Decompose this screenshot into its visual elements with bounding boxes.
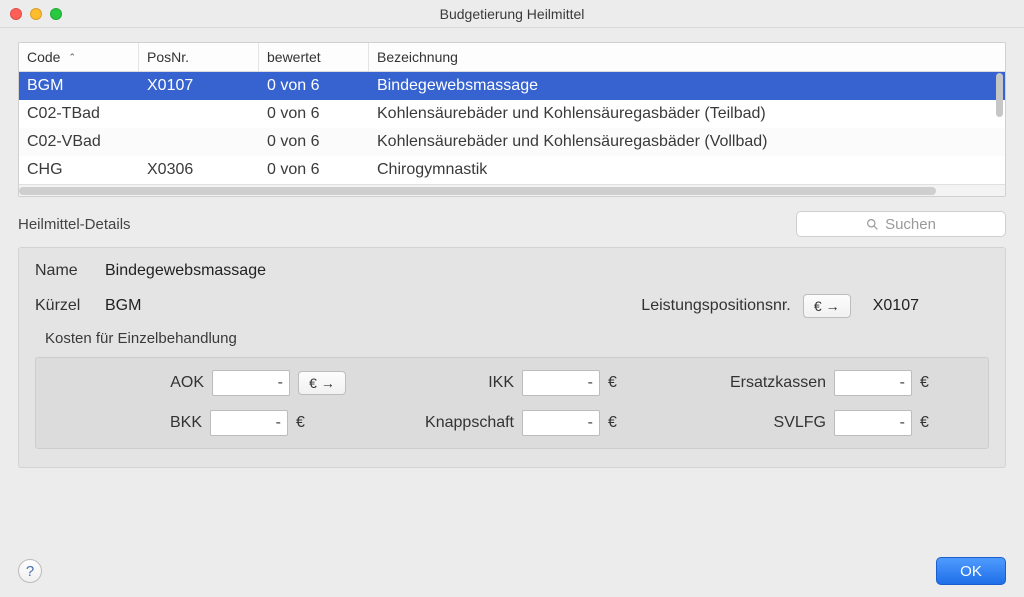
lpn-value: X0107 xyxy=(873,297,919,315)
help-button[interactable]: ? xyxy=(18,559,42,583)
search-icon xyxy=(866,218,879,231)
close-icon[interactable] xyxy=(10,8,22,20)
fullscreen-icon[interactable] xyxy=(50,8,62,20)
window-title: Budgetierung Heilmittel xyxy=(440,6,585,22)
svlfg-input[interactable] xyxy=(834,410,912,436)
cell-posnr: X0306 xyxy=(139,156,259,184)
cell-bezeichnung: Chirogymnastik xyxy=(369,156,1005,184)
cell-bewertet: 0 von 6 xyxy=(259,72,369,100)
euro-unit: € xyxy=(608,414,658,432)
kosten-box: AOK € → IKK € Ersatzkassen € BKK xyxy=(35,357,989,449)
horizontal-scrollbar[interactable] xyxy=(19,184,1005,196)
table-row[interactable]: C02-VBad 0 von 6 Kohlensäurebäder und Ko… xyxy=(19,128,1005,156)
kasse-label: AOK xyxy=(170,374,204,392)
kasse-label: BKK xyxy=(170,414,202,432)
cell-posnr: X0107 xyxy=(139,72,259,100)
kasse-label: Knappschaft xyxy=(425,414,514,432)
ikk-input[interactable] xyxy=(522,370,600,396)
col-code-label: Code xyxy=(27,49,60,65)
cell-bewertet: 0 von 6 xyxy=(259,128,369,156)
table-row[interactable]: BGM X0107 0 von 6 Bindegewebsmassage xyxy=(19,72,1005,100)
kosten-bkk: BKK € xyxy=(54,410,346,436)
vertical-scrollbar[interactable] xyxy=(996,73,1003,182)
euro-arrow-button[interactable]: € → xyxy=(298,371,346,395)
euro-unit: € xyxy=(920,374,970,392)
cell-code: C02-TBad xyxy=(19,100,139,128)
details-panel: Name Bindegewebsmassage Kürzel BGM Leist… xyxy=(18,247,1006,468)
table-row[interactable]: CHG X0306 0 von 6 Chirogymnastik xyxy=(19,156,1005,184)
heilmittel-table: Code ⌃ PosNr. bewertet Bezeichnung BGM X… xyxy=(18,42,1006,197)
minimize-icon[interactable] xyxy=(30,8,42,20)
knappschaft-input[interactable] xyxy=(522,410,600,436)
kosten-ikk: IKK € xyxy=(366,370,658,396)
kasse-label: SVLFG xyxy=(774,414,826,432)
kosten-ersatzkassen: Ersatzkassen € xyxy=(678,370,970,396)
name-label: Name xyxy=(35,262,95,280)
cell-code: CHG xyxy=(19,156,139,184)
kosten-label: Kosten für Einzelbehandlung xyxy=(45,330,989,347)
euro-unit: € xyxy=(920,414,970,432)
kosten-svlfg: SVLFG € xyxy=(678,410,970,436)
cell-bezeichnung: Kohlensäurebäder und Kohlensäuregasbäder… xyxy=(369,128,1005,156)
col-code[interactable]: Code ⌃ xyxy=(19,43,139,71)
cell-bewertet: 0 von 6 xyxy=(259,100,369,128)
scrollbar-thumb[interactable] xyxy=(19,187,936,195)
col-posnr[interactable]: PosNr. xyxy=(139,43,259,71)
euro-unit: € xyxy=(296,414,346,432)
table-row[interactable]: C02-TBad 0 von 6 Kohlensäurebäder und Ko… xyxy=(19,100,1005,128)
kuerzel-label: Kürzel xyxy=(35,297,95,315)
cell-bewertet: 0 von 6 xyxy=(259,156,369,184)
scrollbar-thumb[interactable] xyxy=(996,73,1003,117)
cell-code: BGM xyxy=(19,72,139,100)
lpn-label: Leistungspositionsnr. xyxy=(641,297,790,315)
cell-posnr xyxy=(139,100,259,128)
search-placeholder: Suchen xyxy=(885,216,936,233)
col-bezeichnung[interactable]: Bezeichnung xyxy=(369,43,1005,71)
table-header-row: Code ⌃ PosNr. bewertet Bezeichnung xyxy=(19,43,1005,72)
cell-bezeichnung: Kohlensäurebäder und Kohlensäuregasbäder… xyxy=(369,100,1005,128)
kosten-aok: AOK € → xyxy=(54,370,346,396)
traffic-lights xyxy=(10,8,62,20)
titlebar: Budgetierung Heilmittel xyxy=(0,0,1024,28)
sort-ascending-icon: ⌃ xyxy=(68,52,76,63)
euro-arrow-button[interactable]: € → xyxy=(803,294,851,318)
cell-code: C02-VBad xyxy=(19,128,139,156)
cell-bezeichnung: Bindegewebsmassage xyxy=(369,72,1005,100)
kosten-knappschaft: Knappschaft € xyxy=(366,410,658,436)
ok-button[interactable]: OK xyxy=(936,557,1006,585)
cell-posnr xyxy=(139,128,259,156)
col-bewertet[interactable]: bewertet xyxy=(259,43,369,71)
kuerzel-value: BGM xyxy=(105,297,141,315)
details-section-label: Heilmittel-Details xyxy=(18,216,131,233)
kasse-label: IKK xyxy=(488,374,514,392)
aok-input[interactable] xyxy=(212,370,290,396)
kasse-label: Ersatzkassen xyxy=(730,374,826,392)
ersatzkassen-input[interactable] xyxy=(834,370,912,396)
name-value: Bindegewebsmassage xyxy=(105,262,266,280)
euro-unit: € xyxy=(608,374,658,392)
search-input[interactable]: Suchen xyxy=(796,211,1006,237)
bkk-input[interactable] xyxy=(210,410,288,436)
